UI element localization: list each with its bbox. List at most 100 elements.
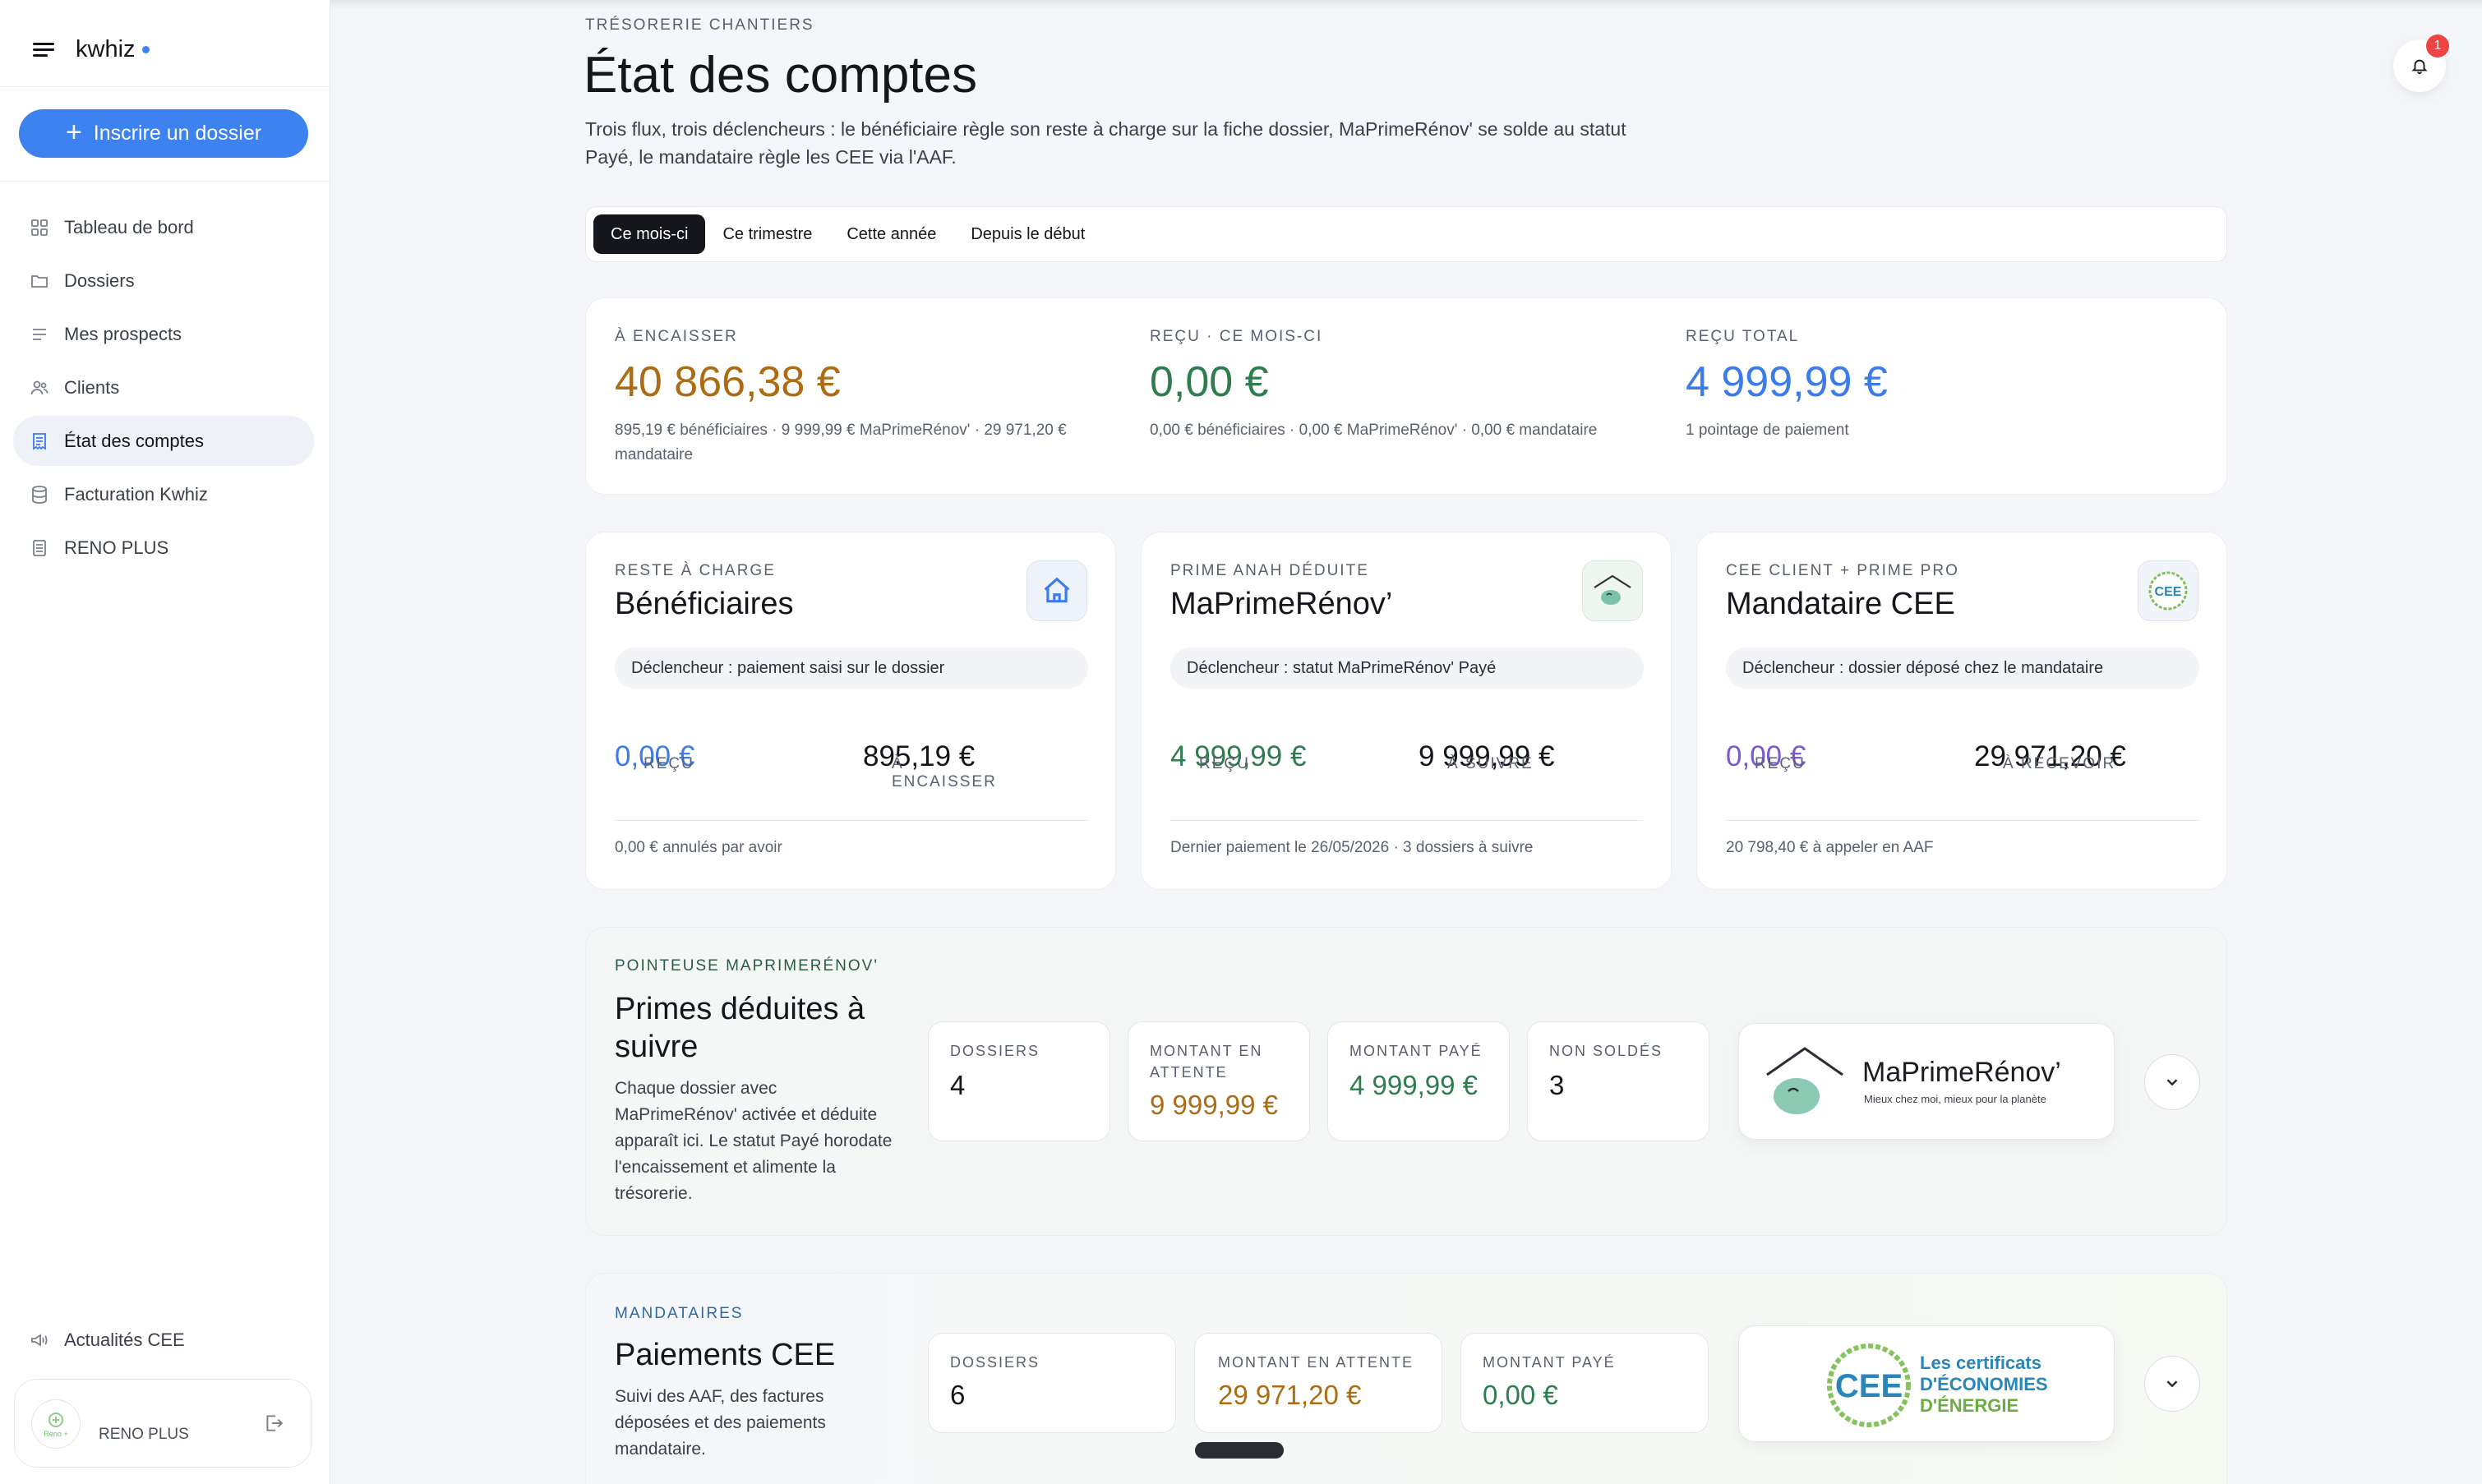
flow-metric-received: REÇU 0,00 € — [615, 726, 694, 773]
sidebar-nav: Tableau de bord Dossiers Mes prospects C… — [13, 202, 314, 576]
flow-card-maprimerenov: PRIME ANAH DÉDUITE MaPrimeRénov’ Déclenc… — [1141, 532, 1672, 890]
section-label: MANDATAIRES — [615, 1305, 744, 1322]
account-name: RENO PLUS — [99, 1426, 189, 1443]
cee-logo-line2: D'ÉCONOMIES — [1920, 1374, 2048, 1394]
expand-cee-button[interactable] — [2144, 1356, 2200, 1412]
sidebar-item-dashboard[interactable]: Tableau de bord — [13, 202, 314, 252]
section-title: Paiements CEE — [615, 1338, 836, 1372]
stat-value: 4 — [950, 1070, 966, 1100]
cee-icon-text: CEE — [2155, 585, 2182, 599]
section-title: Primes déduites à suivre — [615, 992, 865, 1064]
kpi-to-collect: À ENCAISSER 40 866,38 € 895,19 € bénéfic… — [615, 328, 1124, 468]
flow-metric-received: REÇU 4 999,99 € — [1170, 726, 1306, 773]
kpi-value: 40 866,38 € — [615, 358, 841, 406]
stat-unsettled: NON SOLDÉS 3 — [1527, 1021, 1709, 1141]
period-tabs: Ce mois-ci Ce trimestre Cette année Depu… — [585, 206, 2227, 262]
flow-label: RESTE À CHARGE — [615, 562, 776, 579]
sidebar-divider — [0, 86, 330, 87]
tab-this-month[interactable]: Ce mois-ci — [593, 214, 706, 254]
bell-icon — [2411, 59, 2428, 75]
expand-maprimerenov-button[interactable] — [2144, 1054, 2200, 1110]
cee-logo-line1: Les certificats — [1920, 1353, 2041, 1373]
grid-icon — [31, 219, 48, 236]
company-logo-text: Reno + — [44, 1430, 67, 1438]
stat-paid-amount: MONTANT PAYÉ 4 999,99 € — [1327, 1021, 1510, 1141]
account-card[interactable]: Reno + RENO PLUS — [14, 1379, 311, 1468]
stat-label: NON SOLDÉS — [1549, 1043, 1663, 1059]
flow-footnote: 20 798,40 € à appeler en AAF — [1726, 839, 1934, 856]
metric-label: À RECEVOIR — [2003, 755, 2116, 772]
brand: kwhiz — [33, 33, 150, 66]
folder-icon — [31, 274, 48, 288]
top-shadow — [330, 0, 2482, 10]
sidebar-item-label: RENO PLUS — [64, 537, 169, 558]
page-eyebrow: TRÉSORERIE CHANTIERS — [585, 16, 814, 34]
sidebar-item-billing[interactable]: Facturation Kwhiz — [13, 469, 314, 519]
flow-title: MaPrimeRénov’ — [1170, 587, 1393, 621]
receipt-icon — [33, 432, 46, 450]
kpi-breakdown: 1 pointage de paiement — [1686, 422, 1849, 439]
maprimerenov-section: POINTEUSE MAPRIMERÉNOV' Primes déduites … — [585, 927, 2227, 1236]
stat-value: 29 971,20 € — [1218, 1380, 1362, 1410]
stat-value: 9 999,99 € — [1150, 1090, 1278, 1120]
sidebar-item-reno-plus[interactable]: RENO PLUS — [13, 523, 314, 573]
sidebar-divider — [0, 181, 330, 182]
flow-trigger: Déclencheur : paiement saisi sur le doss… — [615, 648, 1088, 689]
kpi-label: REÇU · CE MOIS-CI — [1150, 328, 1323, 345]
stat-label: DOSSIERS — [950, 1043, 1040, 1059]
kpi-breakdown: 895,19 € bénéficiaires · 9 999,99 € MaPr… — [615, 422, 1067, 463]
sidebar-item-label: Facturation Kwhiz — [64, 483, 208, 505]
database-icon — [32, 485, 47, 504]
stat-value: 0,00 € — [1483, 1380, 1558, 1410]
flow-trigger: Déclencheur : dossier déposé chez le man… — [1726, 648, 2199, 689]
sidebar-item-clients[interactable]: Clients — [13, 362, 314, 412]
sidebar-item-label: Mes prospects — [64, 323, 182, 344]
sidebar-item-prospects[interactable]: Mes prospects — [13, 309, 314, 359]
stat-pending-amount: MONTANT EN ATTENTE 29 971,20 € — [1194, 1333, 1442, 1433]
stat-paid-amount: MONTANT PAYÉ 0,00 € — [1460, 1333, 1709, 1433]
section-description: Chaque dossier avec MaPrimeRénov' activé… — [615, 1079, 893, 1203]
horizontal-scroll-handle[interactable] — [1195, 1442, 1284, 1459]
stat-pending-amount: MONTANT EN ATTENTE 9 999,99 € — [1128, 1021, 1310, 1141]
kpi-label: À ENCAISSER — [615, 328, 738, 345]
new-file-button[interactable]: + Inscrire un dossier — [19, 109, 308, 158]
stat-label: MONTANT EN ATTENTE — [1150, 1043, 1263, 1081]
list-icon — [33, 328, 46, 340]
stat-files: DOSSIERS 4 — [928, 1021, 1110, 1141]
divider — [1726, 820, 2198, 821]
flow-metric-pending: À RECEVOIR 29 971,20 € — [1974, 726, 2126, 773]
tab-this-year[interactable]: Cette année — [829, 214, 953, 254]
stat-files: DOSSIERS 6 — [928, 1333, 1176, 1433]
tab-since-start[interactable]: Depuis le début — [953, 214, 1102, 254]
flow-title: Mandataire CEE — [1726, 587, 1955, 621]
flow-footnote: Dernier paiement le 26/05/2026 · 3 dossi… — [1170, 839, 1534, 856]
tab-this-quarter[interactable]: Ce trimestre — [705, 214, 829, 254]
flow-label: CEE CLIENT + PRIME PRO — [1726, 562, 1959, 579]
maprimerenov-logo-tagline: Mieux chez moi, mieux pour la planète — [1864, 1093, 2046, 1105]
flow-title: Bénéficiaires — [615, 587, 794, 621]
new-file-button-label: Inscrire un dossier — [93, 122, 262, 145]
kpi-breakdown: 0,00 € bénéficiaires · 0,00 € MaPrimeRén… — [1150, 422, 1598, 439]
sidebar-item-news[interactable]: Actualités CEE — [30, 1330, 185, 1351]
menu-icon[interactable] — [33, 41, 54, 58]
metric-label: REÇU — [1199, 755, 1250, 772]
logout-icon[interactable] — [263, 1413, 284, 1434]
sidebar-item-label: Tableau de bord — [64, 216, 194, 237]
sidebar-item-label: Dossiers — [64, 270, 135, 291]
plus-icon: + — [65, 117, 82, 148]
section-label: POINTEUSE MAPRIMERÉNOV' — [615, 957, 879, 975]
kpi-received-month: REÇU · CE MOIS-CI 0,00 € 0,00 € bénéfici… — [1150, 328, 1659, 443]
cee-logo-line3: D'ÉNERGIE — [1920, 1395, 2019, 1416]
flow-card-cee: CEE CLIENT + PRIME PRO Mandataire CEE CE… — [1696, 532, 2227, 890]
sidebar-item-files[interactable]: Dossiers — [13, 256, 314, 306]
flow-trigger: Déclencheur : statut MaPrimeRénov' Payé — [1170, 648, 1644, 689]
kpi-label: REÇU TOTAL — [1686, 328, 1800, 345]
kpi-value: 4 999,99 € — [1686, 358, 1888, 406]
page-description: Trois flux, trois déclencheurs : le béné… — [585, 118, 1626, 168]
maprimerenov-logo-title: MaPrimeRénov’ — [1862, 1057, 2061, 1088]
cee-logo-mark: CEE — [1835, 1368, 1903, 1404]
sidebar-item-accounts[interactable]: État des comptes — [13, 416, 314, 466]
flow-metric-pending: À SUIVRE 9 999,99 € — [1419, 726, 1554, 773]
document-icon — [33, 539, 46, 556]
section-description: Suivi des AAF, des factures déposées et … — [615, 1387, 826, 1459]
